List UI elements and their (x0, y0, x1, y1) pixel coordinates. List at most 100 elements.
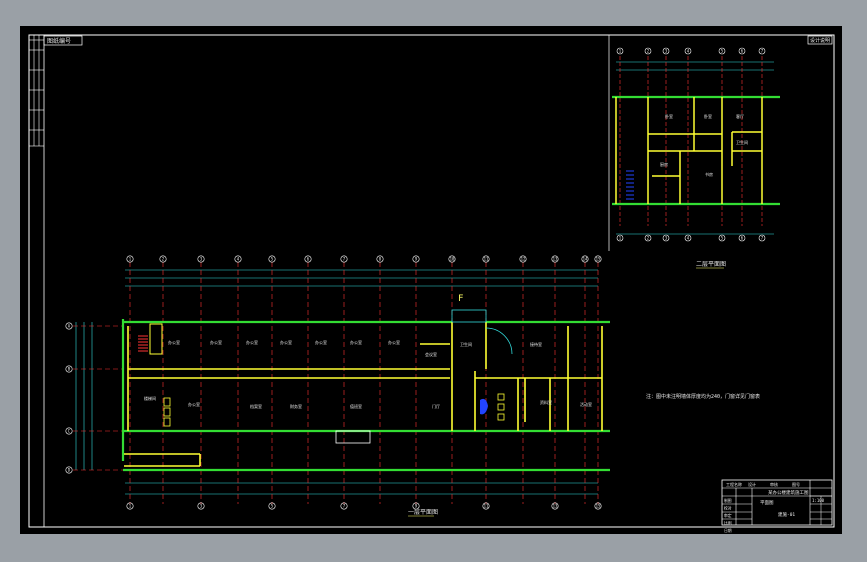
upper-plan[interactable]: 1 1 2 2 3 3 4 4 5 5 6 6 7 7 卧室 卧室 客厅卫生间厨房书房 二层平面图 (612, 47, 780, 269)
room-label: 门厅 (432, 403, 440, 409)
axis-bubble-top: 1 (126, 255, 134, 263)
room-label: 办公室 (188, 401, 200, 407)
title-block-project: 某办公楼建筑施工图 (768, 489, 809, 496)
upper-plan-title: 二层平面图 (696, 261, 726, 268)
upper-axis-bubble: 5 (718, 234, 726, 242)
room-label: 办公室 (246, 339, 258, 345)
title-block-row-label: 审定 (724, 513, 732, 518)
axis-bubble-bottom: 5 (268, 502, 276, 510)
axis-bubble-top: 15 (594, 255, 602, 263)
svg-text:15: 15 (596, 504, 601, 509)
room-label: 楼梯间 (144, 395, 156, 401)
room-label: 厨房 (660, 161, 668, 167)
title-block-header-cell: 工程名称 (726, 481, 742, 487)
title-block-rows: 制图校对审定比例日期 (724, 498, 732, 533)
svg-text:3: 3 (665, 49, 668, 54)
upper-axis-bubble: 1 (616, 234, 624, 242)
room-label: 卧室 (665, 113, 673, 119)
svg-text:B: B (68, 367, 71, 372)
upper-axis-bubble: 4 (684, 47, 692, 55)
svg-text:13: 13 (553, 504, 558, 509)
axis-bubble-top: 8 (376, 255, 384, 263)
svg-text:6: 6 (741, 236, 744, 241)
room-label: 财务室 (290, 403, 302, 409)
blue-stair-icon (480, 398, 488, 415)
svg-text:11: 11 (484, 504, 489, 509)
svg-text:3: 3 (200, 257, 203, 262)
axis-bubble-bottom: 15 (594, 502, 602, 510)
upper-axis-bubble: 2 (644, 234, 652, 242)
entrance-canopy (451, 309, 487, 323)
axis-bubble-bottom: 1 (126, 502, 134, 510)
svg-text:A: A (68, 324, 71, 329)
axis-bubble-bottom: 11 (482, 502, 490, 510)
upper-stair-icon (626, 170, 634, 200)
axis-bubble-top: 12 (519, 255, 527, 263)
main-axis-bubbles: 112 334 556 778 9910 111112 131314 1515 (126, 255, 602, 510)
upper-room-labels: 卧室 卧室 客厅卫生间厨房书房 (660, 113, 748, 177)
axis-bubble-left: B (65, 365, 73, 373)
title-block-sheet: 建施-01 (778, 511, 795, 518)
upper-axis-bubble: 7 (758, 234, 766, 242)
svg-text:4: 4 (687, 236, 690, 241)
main-plan[interactable]: 112 334 556 778 9910 111112 131314 1515 ABCD (65, 255, 610, 517)
svg-text:13: 13 (553, 257, 558, 262)
axis-bubble-top: 3 (197, 255, 205, 263)
axis-bubble-left: C (65, 427, 73, 435)
axis-bubble-left: D (65, 466, 73, 474)
upper-axis-bubble: 3 (662, 47, 670, 55)
axis-bubble-top: 2 (159, 255, 167, 263)
main-stair-icon (138, 335, 148, 352)
entry-door-swing (485, 327, 513, 355)
svg-text:D: D (68, 468, 71, 473)
stair-landing (149, 323, 163, 355)
svg-text:4: 4 (687, 49, 690, 54)
upper-axis-bubble: 2 (644, 47, 652, 55)
svg-text:3: 3 (665, 236, 668, 241)
svg-text:5: 5 (721, 236, 724, 241)
upper-axis-bubble: 6 (738, 47, 746, 55)
room-label: 档案室 (250, 403, 262, 409)
svg-text:3: 3 (200, 504, 203, 509)
room-label: 卫生间 (736, 139, 748, 145)
svg-text:9: 9 (415, 257, 418, 262)
room-label: 接待室 (530, 341, 542, 347)
svg-text:1: 1 (129, 257, 132, 262)
axis-bubble-top: 10 (448, 255, 456, 263)
axis-bubble-top: 11 (482, 255, 490, 263)
drawing-viewport[interactable]: 图纸编号 设计说明 11223344556677 卧室 卧室 客厅 卫生间 厨房… (20, 26, 842, 534)
main-plan-title: 一层平面图 (408, 509, 438, 516)
title-block-drawing-name: 平面图 (760, 500, 774, 506)
main-axis-lines (129, 262, 599, 504)
axis-bubble-top: 13 (551, 255, 559, 263)
room-label: 办公室 (350, 339, 362, 345)
svg-text:8: 8 (379, 257, 382, 262)
upper-axis-bubble: 5 (718, 47, 726, 55)
room-label: 资料室 (540, 399, 552, 405)
room-label: 办公室 (388, 339, 400, 345)
room-label: 办公室 (280, 339, 292, 345)
room-label: 客厅 (736, 113, 744, 119)
room-label: 书房 (705, 171, 713, 177)
svg-text:7: 7 (761, 236, 764, 241)
axis-bubble-top: 4 (234, 255, 242, 263)
title-block-row-label: 日期 (724, 528, 732, 533)
cad-canvas[interactable]: 图纸编号 设计说明 11223344556677 卧室 卧室 客厅卫生间厨房书房… (20, 26, 842, 534)
svg-text:7: 7 (343, 257, 346, 262)
toilet-fixtures (163, 393, 505, 427)
svg-text:1: 1 (129, 504, 132, 509)
svg-text:10: 10 (450, 257, 455, 262)
axis-bubble-left: A (65, 322, 73, 330)
axis-bubble-bottom: 3 (197, 502, 205, 510)
left-axis-bubbles: A B C D (65, 322, 123, 474)
room-label: 办公室 (315, 339, 327, 345)
svg-text:C: C (68, 429, 71, 434)
title-block-header-cell: 设计 (748, 481, 756, 487)
upper-axis-bubble: 7 (758, 47, 766, 55)
svg-text:9: 9 (415, 504, 418, 509)
svg-text:2: 2 (162, 257, 165, 262)
svg-text:1: 1 (619, 49, 622, 54)
axis-bubble-top: 14 (581, 255, 589, 263)
svg-text:12: 12 (521, 257, 526, 262)
upper-dim-lines (616, 61, 774, 235)
